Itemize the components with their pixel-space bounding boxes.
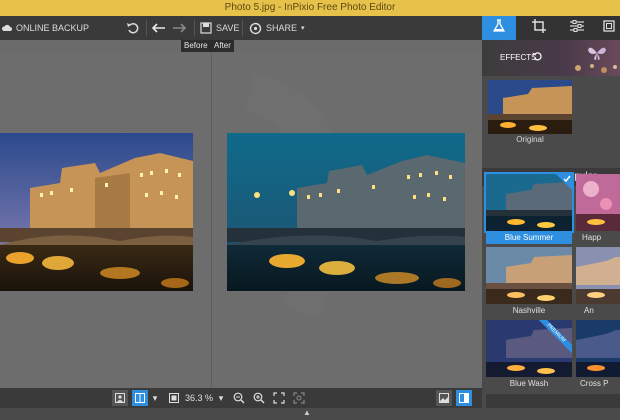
zoom-in-icon[interactable]: [252, 390, 266, 406]
redo-button[interactable]: [172, 16, 186, 40]
online-backup-button[interactable]: ONLINE BACKUP: [2, 16, 89, 40]
share-icon: [249, 22, 262, 35]
flask-icon: [492, 18, 506, 38]
after-photo[interactable]: [227, 133, 465, 291]
filter-cross-p-image: [576, 320, 620, 377]
effects-panel: EFFECTS Original ◢ Popular Blue Summer: [482, 16, 620, 408]
split-view-icon: [135, 393, 145, 403]
collapse-arrow-icon[interactable]: ▲: [303, 408, 311, 417]
redo-icon: [172, 22, 186, 34]
frame-icon: [603, 19, 615, 37]
after-label[interactable]: After: [211, 40, 234, 52]
tab-frames[interactable]: [598, 16, 620, 40]
filter-happ[interactable]: Happ: [576, 174, 620, 244]
before-photo[interactable]: [0, 133, 193, 291]
tab-adjustments[interactable]: [560, 16, 594, 40]
filter-blue-summer-image: [484, 172, 574, 233]
filter-name: An: [584, 306, 594, 315]
bokeh-decoration: [570, 62, 620, 74]
sliders-icon: [570, 19, 584, 37]
original-thumbnail[interactable]: Original: [488, 80, 572, 146]
save-icon: [200, 22, 212, 34]
single-view-button[interactable]: [112, 390, 128, 406]
toolbar-separator: [242, 20, 243, 36]
toolbar-separator: [146, 20, 147, 36]
bottom-toolbar: ▾ 36.3 % ▾: [0, 388, 482, 408]
share-caret: ▾: [301, 25, 305, 32]
split-view-button[interactable]: [132, 390, 148, 406]
tab-crop[interactable]: [522, 16, 556, 40]
rotate-left-icon: [126, 21, 140, 35]
filter-name: Happ: [582, 233, 602, 242]
filter-blue-summer[interactable]: Blue Summer: [484, 172, 574, 244]
undo-icon: [152, 22, 166, 34]
filter-cross-p[interactable]: Cross P: [576, 320, 620, 390]
window-title-bar: Photo 5.jpg - InPixio Free Photo Editor: [0, 0, 620, 16]
rotate-back-button[interactable]: [126, 16, 140, 40]
tab-effects[interactable]: [482, 16, 516, 40]
selected-check-icon: [556, 174, 572, 192]
fit-screen-icon[interactable]: [168, 390, 180, 406]
actual-size-icon[interactable]: [292, 390, 306, 406]
single-view-button-right[interactable]: [436, 390, 452, 406]
filter-blue-wash-image: PREMIUM: [486, 320, 572, 377]
crop-icon: [532, 18, 546, 38]
filters-row-partial: [486, 394, 620, 408]
save-label: SAVE: [216, 23, 240, 33]
filter-name: Nashville: [512, 306, 546, 315]
filter-an[interactable]: An: [576, 247, 620, 317]
cloud-icon: [2, 24, 12, 32]
zoom-out-icon[interactable]: [232, 390, 246, 406]
original-label: Original: [516, 135, 544, 144]
filter-name: Blue Wash: [509, 379, 549, 388]
butterfly-icon: [586, 44, 608, 64]
share-label: SHARE: [266, 23, 298, 33]
filter-name: Blue Summer: [486, 231, 572, 244]
view-mode-caret[interactable]: ▾: [150, 390, 160, 406]
fit-to-window-icon[interactable]: [272, 390, 286, 406]
save-button[interactable]: SAVE: [200, 16, 239, 40]
online-backup-label: ONLINE BACKUP: [16, 23, 90, 33]
zoom-level[interactable]: 36.3 %: [182, 390, 216, 406]
effects-header: EFFECTS: [482, 40, 620, 76]
toolbar-separator: [194, 20, 195, 36]
main-toolbar: ONLINE BACKUP SAVE SHARE ▾: [0, 16, 482, 40]
before-label[interactable]: Before: [181, 40, 211, 52]
zoom-caret[interactable]: ▾: [216, 390, 226, 406]
undo-button[interactable]: [152, 16, 166, 40]
panel-tabs: [482, 16, 620, 40]
filter-name: Cross P: [580, 379, 609, 388]
person-frame-icon: [115, 393, 125, 403]
filter-nashville[interactable]: Nashville: [486, 247, 572, 317]
effects-label: EFFECTS: [500, 53, 537, 62]
original-image: [488, 80, 572, 134]
share-button[interactable]: SHARE ▾: [249, 16, 305, 40]
compare-divider[interactable]: [211, 52, 212, 388]
filter-nashville-image: [486, 247, 572, 304]
reset-effects-icon[interactable]: [532, 51, 542, 63]
compare-view-button[interactable]: [456, 390, 472, 406]
filter-happ-image: [576, 174, 620, 231]
filter-an-image: [576, 247, 620, 304]
window-title: Photo 5.jpg - InPixio Free Photo Editor: [224, 2, 396, 13]
filter-blue-wash[interactable]: PREMIUM Blue Wash: [486, 320, 572, 390]
